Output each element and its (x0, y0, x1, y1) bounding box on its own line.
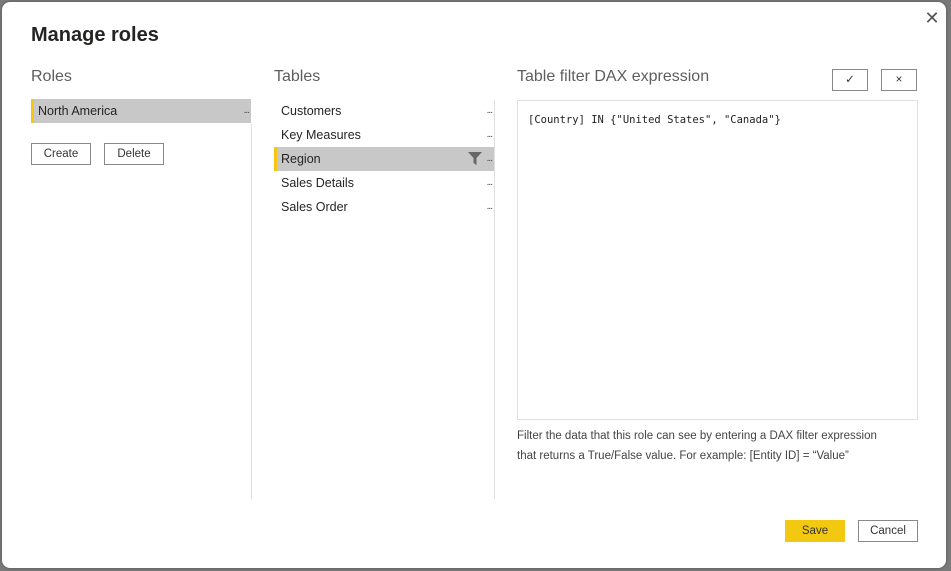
dax-expression-editor[interactable]: [Country] IN {"United States", "Canada"} (517, 100, 918, 420)
dax-expression-text: [Country] IN {"United States", "Canada"} (528, 114, 781, 126)
close-icon: × (895, 74, 903, 86)
table-label: Sales Details (281, 176, 354, 190)
table-label: Customers (281, 104, 342, 118)
delete-role-button[interactable]: Delete (104, 143, 164, 165)
more-options-icon[interactable]: ... (487, 147, 493, 171)
roles-heading: Roles (31, 68, 72, 85)
close-icon[interactable]: ✕ (924, 9, 940, 27)
filter-heading: Table filter DAX expression (517, 68, 710, 85)
discard-expression-button[interactable]: × (881, 69, 917, 91)
divider (494, 100, 495, 499)
filter-icon (468, 152, 482, 165)
save-button[interactable]: Save (785, 520, 845, 542)
help-line: Filter the data that this role can see b… (517, 430, 877, 442)
table-item-key-measures[interactable]: Key Measures ... (274, 123, 494, 147)
table-label: Region (281, 152, 321, 166)
filter-help-text: Filter the data that this role can see b… (517, 426, 917, 466)
divider (251, 124, 252, 499)
manage-roles-dialog: ✕ Manage roles Roles North America ... C… (2, 2, 946, 568)
more-options-icon[interactable]: ... (487, 171, 493, 195)
table-item-region[interactable]: Region ... (274, 147, 494, 171)
cancel-button[interactable]: Cancel (858, 520, 918, 542)
table-label: Sales Order (281, 200, 348, 214)
more-options-icon[interactable]: ... (487, 123, 493, 147)
create-role-button[interactable]: Create (31, 143, 91, 165)
more-options-icon[interactable]: ... (487, 99, 493, 123)
accept-expression-button[interactable]: ✓ (832, 69, 868, 91)
table-item-sales-order[interactable]: Sales Order ... (274, 195, 494, 219)
dialog-title: Manage roles (31, 24, 159, 46)
role-item-north-america[interactable]: North America ... (31, 99, 251, 123)
more-options-icon[interactable]: ... (487, 195, 493, 219)
role-label: North America (38, 104, 118, 118)
tables-heading: Tables (274, 68, 321, 85)
table-label: Key Measures (281, 128, 361, 142)
table-item-customers[interactable]: Customers ... (274, 99, 494, 123)
help-line: that returns a True/False value. For exa… (517, 450, 849, 462)
checkmark-icon: ✓ (845, 74, 855, 86)
table-item-sales-details[interactable]: Sales Details ... (274, 171, 494, 195)
more-options-icon[interactable]: ... (244, 99, 250, 123)
